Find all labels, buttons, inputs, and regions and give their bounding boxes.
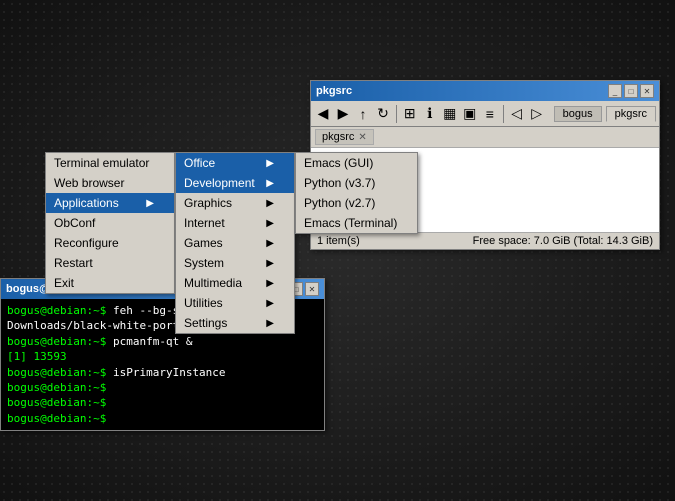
apps-multimedia-arrow: ▶ bbox=[266, 278, 274, 289]
back-button[interactable]: ◀ bbox=[314, 103, 332, 125]
sep1 bbox=[396, 105, 397, 123]
apps-item-development[interactable]: Development ▶ bbox=[176, 173, 294, 193]
apps-graphics-arrow: ▶ bbox=[266, 198, 274, 209]
dev-item-emacs-gui[interactable]: Emacs (GUI) bbox=[296, 153, 417, 173]
root-context-menu: Terminal emulator Web browser Applicatio… bbox=[45, 152, 175, 294]
apps-settings-arrow: ▶ bbox=[266, 318, 274, 329]
terminal-line-3: bogus@debian:~$ pcmanfm-qt & bbox=[7, 334, 318, 349]
dev-item-emacs-terminal[interactable]: Emacs (Terminal) bbox=[296, 213, 417, 233]
terminal-line-8: bogus@debian:~$ bbox=[7, 395, 318, 410]
menu-item-terminal-label: Terminal emulator bbox=[54, 156, 154, 170]
dev-item-python37-label: Python (v3.7) bbox=[304, 176, 397, 190]
menu-item-applications[interactable]: Applications ▶ bbox=[46, 193, 174, 213]
apps-utilities-arrow: ▶ bbox=[266, 298, 274, 309]
tab-close-icon[interactable]: ✕ bbox=[358, 132, 366, 143]
terminal-line-5: bogus@debian:~$ isPrimaryInstance bbox=[7, 365, 318, 380]
tab-bar: pkgsrc ✕ bbox=[311, 127, 659, 148]
menu-item-obconf[interactable]: ObConf bbox=[46, 213, 174, 233]
tab-pkgsrc[interactable]: pkgsrc ✕ bbox=[315, 129, 374, 145]
apps-item-multimedia-label: Multimedia bbox=[184, 276, 258, 290]
apps-item-games-label: Games bbox=[184, 236, 258, 250]
apps-item-graphics[interactable]: Graphics ▶ bbox=[176, 193, 294, 213]
tab-label: pkgsrc bbox=[322, 131, 354, 143]
apps-item-games[interactable]: Games ▶ bbox=[176, 233, 294, 253]
menu-item-reconfigure[interactable]: Reconfigure bbox=[46, 233, 174, 253]
apps-item-system[interactable]: System ▶ bbox=[176, 253, 294, 273]
apps-item-office[interactable]: Office ▶ bbox=[176, 153, 294, 173]
terminal-line-4: [1] 13593 bbox=[7, 349, 318, 364]
dev-submenu: Emacs (GUI) Python (v3.7) Python (v2.7) … bbox=[295, 152, 418, 234]
apps-item-utilities[interactable]: Utilities ▶ bbox=[176, 293, 294, 313]
pkgsrc-toolbar: ◀ ▶ ↑ ↻ ⊞ ℹ ▦ ▣ ≡ ◁ ▷ bogus pkgsrc bbox=[311, 101, 659, 127]
menu-item-restart[interactable]: Restart bbox=[46, 253, 174, 273]
apps-item-office-label: Office bbox=[184, 156, 258, 170]
menu-arrow-apps: ▶ bbox=[146, 198, 154, 209]
apps-item-internet[interactable]: Internet ▶ bbox=[176, 213, 294, 233]
menu-item-apps-label: Applications bbox=[54, 196, 138, 210]
apps-item-dev-label: Development bbox=[184, 176, 258, 190]
addr-tab-bogus[interactable]: bogus bbox=[554, 106, 602, 122]
apps-internet-arrow: ▶ bbox=[266, 218, 274, 229]
sep2 bbox=[503, 105, 504, 123]
menu-container: Terminal emulator Web browser Applicatio… bbox=[45, 152, 418, 334]
view1-button[interactable]: ▦ bbox=[441, 103, 459, 125]
terminal-line-9: bogus@debian:~$ bbox=[7, 411, 318, 426]
apps-games-arrow: ▶ bbox=[266, 238, 274, 249]
dev-item-emacs-terminal-label: Emacs (Terminal) bbox=[304, 216, 397, 230]
apps-item-system-label: System bbox=[184, 256, 258, 270]
menu-item-exit-label: Exit bbox=[54, 276, 154, 290]
menu-item-reconfigure-label: Reconfigure bbox=[54, 236, 154, 250]
apps-item-graphics-label: Graphics bbox=[184, 196, 258, 210]
dev-item-emacs-gui-label: Emacs (GUI) bbox=[304, 156, 397, 170]
apps-item-settings[interactable]: Settings ▶ bbox=[176, 313, 294, 333]
maximize-button[interactable]: □ bbox=[624, 84, 638, 98]
new-window-button[interactable]: ⊞ bbox=[401, 103, 419, 125]
menu-item-browser-label: Web browser bbox=[54, 176, 154, 190]
dev-item-python37[interactable]: Python (v3.7) bbox=[296, 173, 417, 193]
close-button[interactable]: ✕ bbox=[640, 84, 654, 98]
refresh-button[interactable]: ↻ bbox=[374, 103, 392, 125]
pkgsrc-titlebar: pkgsrc _ □ ✕ bbox=[311, 81, 659, 101]
apps-item-multimedia[interactable]: Multimedia ▶ bbox=[176, 273, 294, 293]
next-tab-button[interactable]: ▷ bbox=[528, 103, 546, 125]
terminal-line-7: bogus@debian:~$ bbox=[7, 380, 318, 395]
info-button[interactable]: ℹ bbox=[421, 103, 439, 125]
apps-dev-arrow: ▶ bbox=[266, 178, 274, 189]
forward-button[interactable]: ▶ bbox=[334, 103, 352, 125]
apps-item-internet-label: Internet bbox=[184, 216, 258, 230]
dev-item-python27[interactable]: Python (v2.7) bbox=[296, 193, 417, 213]
apps-submenu: Office ▶ Development ▶ Graphics ▶ Intern… bbox=[175, 152, 295, 334]
apps-item-settings-label: Settings bbox=[184, 316, 258, 330]
minimize-button[interactable]: _ bbox=[608, 84, 622, 98]
menu-item-exit[interactable]: Exit bbox=[46, 273, 174, 293]
free-space: Free space: 7.0 GiB (Total: 14.3 GiB) bbox=[473, 235, 653, 247]
prev-tab-button[interactable]: ◁ bbox=[508, 103, 526, 125]
apps-system-arrow: ▶ bbox=[266, 258, 274, 269]
desktop: pkgsrc _ □ ✕ ◀ ▶ ↑ ↻ ⊞ ℹ ▦ ▣ ≡ ◁ ▷ bogus… bbox=[0, 0, 675, 501]
pkgsrc-window-controls: _ □ ✕ bbox=[608, 84, 654, 98]
menu-item-obconf-label: ObConf bbox=[54, 216, 154, 230]
menu-item-terminal-emulator[interactable]: Terminal emulator bbox=[46, 153, 174, 173]
addr-tab-pkgsrc[interactable]: pkgsrc bbox=[606, 106, 656, 122]
up-button[interactable]: ↑ bbox=[354, 103, 372, 125]
pkgsrc-title: pkgsrc bbox=[316, 85, 352, 97]
view3-button[interactable]: ≡ bbox=[481, 103, 499, 125]
dev-item-python27-label: Python (v2.7) bbox=[304, 196, 397, 210]
menu-item-restart-label: Restart bbox=[54, 256, 154, 270]
view2-button[interactable]: ▣ bbox=[461, 103, 479, 125]
apps-office-arrow: ▶ bbox=[266, 158, 274, 169]
menu-item-web-browser[interactable]: Web browser bbox=[46, 173, 174, 193]
apps-item-utilities-label: Utilities bbox=[184, 296, 258, 310]
